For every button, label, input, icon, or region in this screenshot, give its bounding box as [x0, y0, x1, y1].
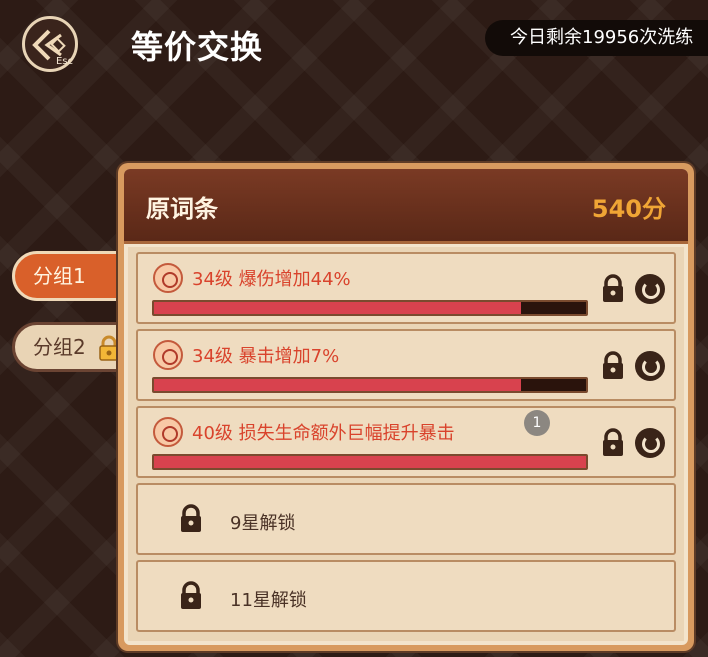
- unlock-requirement: 11星解锁: [230, 590, 307, 611]
- attribute-row[interactable]: 34级 暴击增加7%: [136, 329, 676, 401]
- panel-header: 原词条 540分: [124, 169, 688, 244]
- attribute-text: 34级 爆伤增加44%: [192, 269, 351, 290]
- lock-icon[interactable]: [600, 428, 626, 458]
- attribute-progress-bar: [152, 454, 588, 470]
- tab-label: 分组1: [33, 264, 86, 288]
- tab-group-2[interactable]: 分组2: [12, 322, 130, 372]
- notification-badge: 1: [524, 410, 550, 436]
- lock-icon[interactable]: [600, 274, 626, 304]
- attribute-text: 40级 损失生命额外巨幅提升暴击: [192, 423, 455, 444]
- attribute-row[interactable]: 34级 爆伤增加44%: [136, 252, 676, 324]
- attribute-icon: [153, 417, 183, 447]
- reroll-icon[interactable]: [635, 351, 665, 381]
- lock-icon: [99, 335, 119, 361]
- lock-icon: [181, 504, 201, 532]
- panel-title: 原词条: [146, 195, 218, 223]
- back-button[interactable]: Esc: [22, 16, 78, 72]
- attribute-icon: [153, 263, 183, 293]
- attribute-icon: [153, 340, 183, 370]
- attribute-panel: 原词条 540分 34级 爆伤增加44% 34级 暴击增加7% 40级 损失生命…: [118, 163, 694, 651]
- lock-icon[interactable]: [600, 351, 626, 381]
- unlock-requirement: 9星解锁: [230, 513, 296, 534]
- attribute-progress-fill: [154, 302, 522, 314]
- attribute-progress-fill: [154, 456, 586, 468]
- remaining-count-banner: 今日剩余19956次洗练: [485, 20, 708, 56]
- attribute-progress-fill: [154, 379, 522, 391]
- attribute-progress-bar: [152, 300, 588, 316]
- panel-score: 540分: [591, 195, 666, 223]
- lock-icon: [181, 581, 201, 609]
- tab-group-1[interactable]: 分组1: [12, 251, 130, 301]
- esc-label: Esc: [55, 56, 73, 67]
- attribute-text: 34级 暴击增加7%: [192, 346, 340, 367]
- reroll-icon[interactable]: [635, 274, 665, 304]
- locked-slot: 11星解锁: [136, 560, 676, 632]
- attribute-progress-bar: [152, 377, 588, 393]
- locked-slot: 9星解锁: [136, 483, 676, 555]
- attribute-row[interactable]: 40级 损失生命额外巨幅提升暴击 1: [136, 406, 676, 478]
- reroll-icon[interactable]: [635, 428, 665, 458]
- panel-inner: 原词条 540分 34级 爆伤增加44% 34级 暴击增加7% 40级 损失生命…: [124, 169, 688, 645]
- page-title: 等价交换: [131, 28, 264, 66]
- tab-label: 分组2: [33, 335, 86, 359]
